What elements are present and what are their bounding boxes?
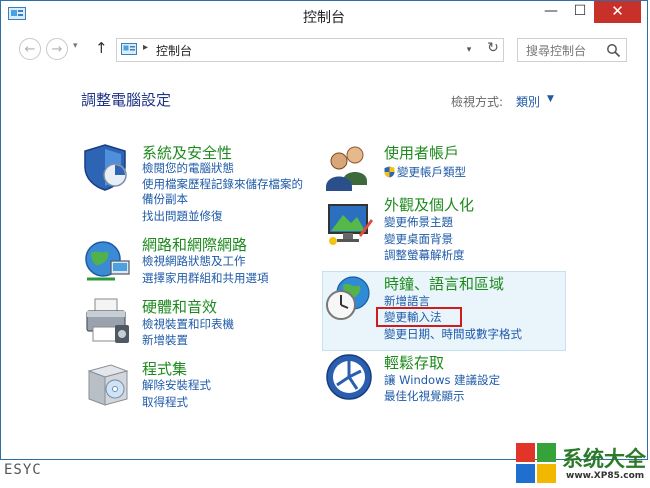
address-dropdown-button[interactable]: ▾ bbox=[459, 41, 479, 59]
search-icon[interactable] bbox=[606, 43, 621, 58]
link-network-status[interactable]: 檢視網路狀態及工作 bbox=[142, 254, 246, 268]
category-hardware-sound[interactable]: 硬體和音效 bbox=[142, 296, 217, 317]
chevron-down-icon[interactable]: ▼ bbox=[547, 94, 554, 104]
ease-of-access-icon[interactable] bbox=[323, 351, 375, 403]
user-accounts-icon[interactable] bbox=[323, 141, 375, 193]
category-clock-language-region[interactable]: 時鐘、語言和區域 bbox=[384, 273, 504, 294]
maximize-button[interactable]: ☐ bbox=[566, 1, 594, 23]
category-ease-of-access[interactable]: 輕鬆存取 bbox=[384, 352, 444, 373]
link-let-windows-suggest[interactable]: 讓 Windows 建議設定 bbox=[384, 373, 500, 387]
category-appearance-personalization[interactable]: 外觀及個人化 bbox=[384, 194, 474, 215]
brand-name: 系统大全 bbox=[562, 447, 646, 471]
breadcrumb[interactable]: 控制台 bbox=[156, 42, 192, 59]
security-shield-icon[interactable] bbox=[81, 141, 133, 193]
link-adjust-screen-resolution[interactable]: 調整螢幕解析度 bbox=[384, 248, 465, 262]
category-user-accounts[interactable]: 使用者帳戶 bbox=[384, 142, 459, 163]
search-input[interactable]: 搜尋控制台 bbox=[517, 38, 627, 62]
link-file-history-backup[interactable]: 使用檔案歷程記錄來儲存檔案的 bbox=[142, 177, 303, 191]
clock-globe-icon[interactable] bbox=[323, 273, 375, 325]
link-change-account-type[interactable]: 變更帳戶類型 bbox=[384, 165, 466, 179]
link-review-computer-status[interactable]: 檢閱您的電腦狀態 bbox=[142, 161, 234, 175]
uac-shield-icon bbox=[384, 166, 395, 178]
brand-url: www.XP85.com bbox=[566, 471, 645, 481]
link-change-desktop-background[interactable]: 變更桌面背景 bbox=[384, 232, 453, 246]
network-globe-icon[interactable] bbox=[81, 235, 133, 287]
close-button[interactable]: ✕ bbox=[594, 1, 641, 23]
navigation-bar: ← → ▾ ↑ ▸ 控制台 ▾ ↻ 搜尋控制台 bbox=[1, 35, 647, 65]
link-uninstall-program[interactable]: 解除安裝程式 bbox=[142, 378, 211, 392]
link-optimize-visual-display[interactable]: 最佳化視覺顯示 bbox=[384, 389, 465, 403]
breadcrumb-separator: ▸ bbox=[143, 42, 149, 53]
view-by-label: 檢視方式: bbox=[451, 95, 504, 109]
link-homegroup-sharing[interactable]: 選擇家用群組和共用選項 bbox=[142, 271, 269, 285]
programs-box-icon[interactable] bbox=[81, 357, 133, 409]
category-network-internet[interactable]: 網路和網際網路 bbox=[142, 234, 247, 255]
link-file-history-backup-cont[interactable]: 備份副本 bbox=[142, 192, 188, 206]
link-change-date-time-format[interactable]: 變更日期、時間或數字格式 bbox=[384, 327, 522, 341]
printer-icon[interactable] bbox=[81, 295, 133, 347]
page-title: 調整電腦設定 bbox=[81, 91, 172, 109]
refresh-button[interactable]: ↻ bbox=[483, 40, 503, 56]
category-programs[interactable]: 程式集 bbox=[142, 358, 187, 379]
link-change-theme[interactable]: 變更佈景主題 bbox=[384, 215, 453, 229]
search-placeholder: 搜尋控制台 bbox=[526, 44, 587, 58]
link-get-programs[interactable]: 取得程式 bbox=[142, 395, 188, 409]
recent-locations-dropdown[interactable]: ▾ bbox=[73, 41, 78, 51]
up-button[interactable]: ↑ bbox=[95, 39, 108, 57]
link-add-device[interactable]: 新增裝置 bbox=[142, 333, 188, 347]
link-change-account-type-label: 變更帳戶類型 bbox=[397, 165, 466, 179]
back-button[interactable]: ← bbox=[19, 38, 41, 60]
windows-logo-icon bbox=[516, 443, 556, 483]
control-panel-window: 控制台 — ☐ ✕ ← → ▾ ↑ ▸ 控制台 ▾ ↻ 搜尋控制台 調整電腦設定… bbox=[0, 0, 648, 460]
forward-button[interactable]: → bbox=[46, 38, 68, 60]
link-troubleshoot[interactable]: 找出問題並修復 bbox=[142, 209, 223, 223]
title-bar: 控制台 — ☐ ✕ bbox=[1, 1, 647, 31]
view-by-dropdown[interactable]: 類別 bbox=[516, 93, 540, 110]
link-devices-printers[interactable]: 檢視裝置和印表機 bbox=[142, 317, 234, 331]
annotation-highlight-box bbox=[376, 307, 462, 327]
appearance-monitor-icon[interactable] bbox=[323, 197, 375, 249]
brand-watermark: 系统大全 www.XP85.com bbox=[514, 441, 648, 487]
control-panel-icon bbox=[121, 43, 137, 55]
minimize-button[interactable]: — bbox=[537, 1, 565, 23]
link-add-language[interactable]: 新增語言 bbox=[384, 294, 430, 308]
category-system-security[interactable]: 系統及安全性 bbox=[142, 142, 232, 163]
watermark-text: ESYC bbox=[4, 462, 42, 478]
address-bar[interactable]: ▸ 控制台 ▾ ↻ bbox=[116, 38, 504, 62]
